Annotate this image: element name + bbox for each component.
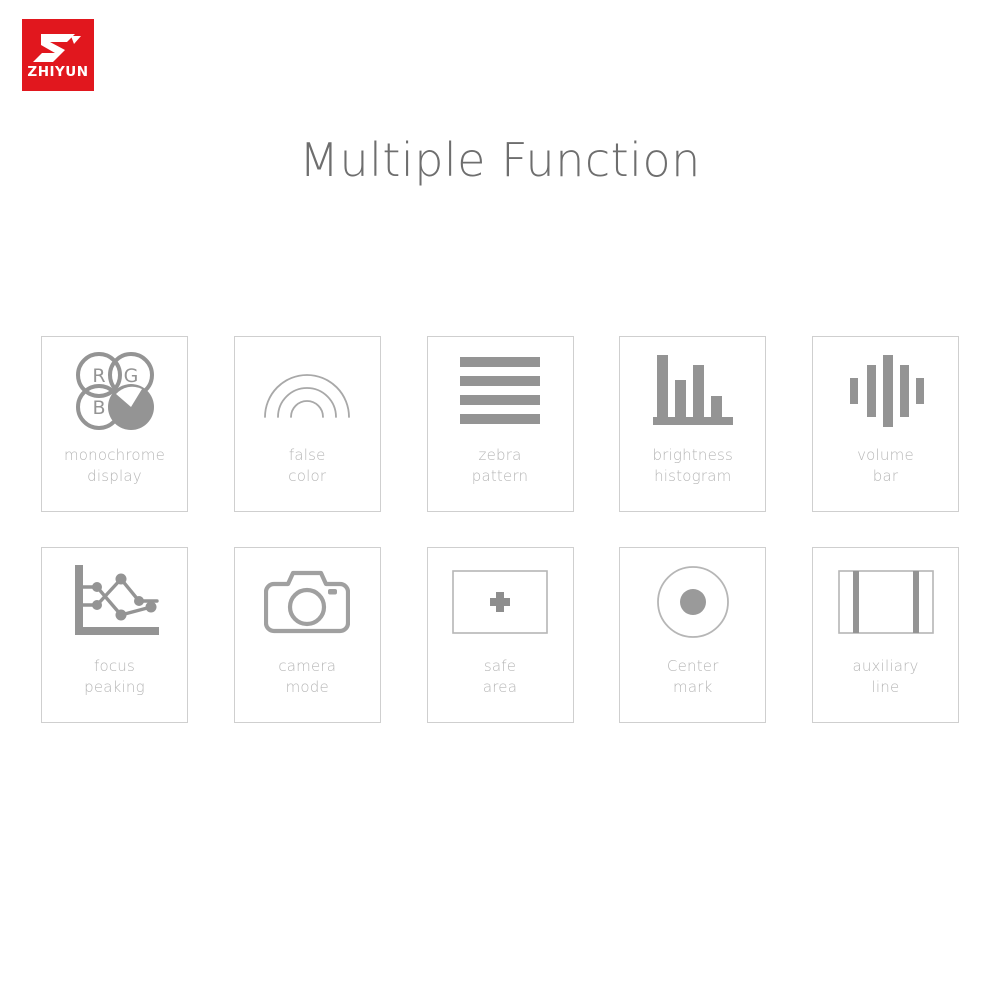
feature-card-brightness-histogram[interactable]: brightness histogram <box>619 336 767 512</box>
feature-card-false-color[interactable]: false color <box>233 336 381 512</box>
focus-peaking-graph-icon <box>42 548 187 656</box>
frame-with-vertical-guides-icon <box>813 548 958 656</box>
horizontal-stripes-icon <box>428 337 573 445</box>
feature-card-focus-peaking[interactable]: focus peaking <box>41 547 188 723</box>
feature-card-safe-area[interactable]: safe area <box>426 547 574 723</box>
feature-label-brightness-histogram: brightness histogram <box>652 446 734 485</box>
rainbow-arcs-icon <box>235 337 380 445</box>
feature-label-safe-area: safe area <box>482 657 518 696</box>
center-dot-circle-icon <box>620 548 765 656</box>
feature-label-camera-mode: camera mode <box>278 657 337 696</box>
feature-label-auxiliary-line: auxiliary line <box>852 657 919 696</box>
feature-card-volume-bar[interactable]: volume bar <box>812 336 959 512</box>
feature-label-monochrome-display: monochrome display <box>63 446 166 485</box>
zhiyun-z-mark-icon <box>33 33 81 62</box>
feature-label-false-color: false color <box>288 446 327 485</box>
camera-icon <box>235 548 380 656</box>
vertical-level-bars-icon <box>813 337 958 445</box>
feature-card-camera-mode[interactable]: camera mode <box>233 547 381 723</box>
feature-card-monochrome-display[interactable]: R G B monochrome display <box>41 336 188 512</box>
feature-label-volume-bar: volume bar <box>857 446 914 485</box>
svg-text:B: B <box>92 397 105 419</box>
svg-text:R: R <box>92 365 105 387</box>
feature-label-focus-peaking: focus peaking <box>84 657 145 696</box>
feature-card-center-mark[interactable]: Center mark <box>619 547 767 723</box>
feature-label-zebra-pattern: zebra pattern <box>471 446 529 485</box>
svg-text:G: G <box>123 365 138 387</box>
zhiyun-logo: ZHIYUN <box>22 19 94 91</box>
frame-with-plus-icon <box>428 548 573 656</box>
zhiyun-logo-wordmark: ZHIYUN <box>27 63 89 80</box>
histogram-bars-icon <box>620 337 765 445</box>
feature-card-zebra-pattern[interactable]: zebra pattern <box>426 336 574 512</box>
feature-grid: R G B monochrome display false color zeb… <box>41 336 959 723</box>
feature-label-center-mark: Center mark <box>666 657 719 696</box>
page-title: Multiple Function <box>299 133 701 187</box>
feature-card-auxiliary-line[interactable]: auxiliary line <box>812 547 959 723</box>
rgb-circles-icon: R G B <box>42 337 187 445</box>
